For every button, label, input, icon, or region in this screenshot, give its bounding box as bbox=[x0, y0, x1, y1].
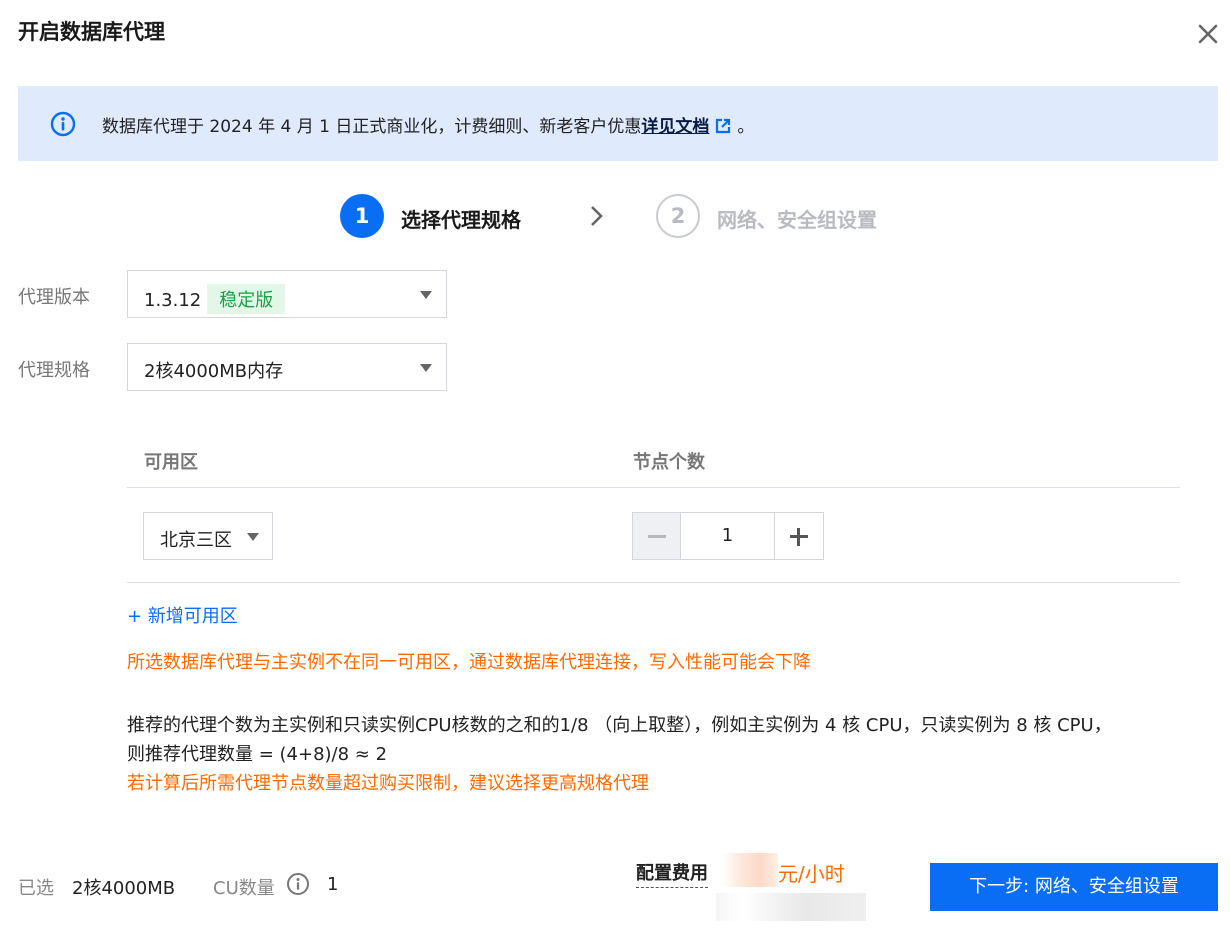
close-icon[interactable] bbox=[1194, 20, 1222, 48]
cu-value: 1 bbox=[327, 874, 339, 895]
caret-down-icon bbox=[420, 364, 432, 372]
fee-amount-redacted bbox=[722, 853, 778, 887]
version-value: 1.3.12 bbox=[144, 290, 202, 311]
dialog-title: 开启数据库代理 bbox=[18, 20, 165, 44]
fee-label[interactable]: 配置费用 bbox=[636, 859, 708, 888]
limit-warning: 若计算后所需代理节点数量超过购买限制，建议选择更高规格代理 bbox=[127, 773, 649, 794]
fee-unit: 元/小时 bbox=[778, 862, 845, 886]
next-step-button[interactable]: 下一步: 网络、安全组设置 bbox=[930, 863, 1218, 911]
step-2-label: 网络、安全组设置 bbox=[717, 208, 877, 232]
caret-down-icon bbox=[420, 291, 432, 299]
increment-button[interactable] bbox=[775, 513, 823, 559]
selected-value: 2核4000MB bbox=[72, 878, 176, 899]
spec-select[interactable]: 2核4000MB内存 bbox=[127, 343, 447, 391]
step-1-label: 选择代理规格 bbox=[401, 208, 521, 232]
caret-down-icon bbox=[247, 533, 259, 541]
recommend-tip-line1: 推荐的代理个数为主实例和只读实例CPU核数的之和的1/8 （向上取整），例如主实… bbox=[127, 715, 1112, 736]
cu-label: CU数量 bbox=[213, 878, 275, 899]
step-2-number: 2 bbox=[656, 194, 700, 238]
node-count-stepper: 1 bbox=[632, 512, 824, 560]
notice-banner: 数据库代理于 2024 年 4 月 1 日正式商业化，计费细则、新老客户优惠详见… bbox=[18, 86, 1218, 161]
version-value-wrap: 1.3.12 稳定版 bbox=[144, 284, 286, 314]
az-header-count: 节点个数 bbox=[633, 452, 705, 473]
notice-text-line: 数据库代理于 2024 年 4 月 1 日正式商业化，计费细则、新老客户优惠详见… bbox=[102, 112, 754, 137]
zone-value: 北京三区 bbox=[160, 530, 232, 551]
step-indicator: 1 选择代理规格 2 网络、安全组设置 bbox=[0, 194, 1230, 240]
chevron-right-icon bbox=[591, 206, 603, 226]
external-link-icon[interactable] bbox=[715, 118, 731, 134]
az-header-zone: 可用区 bbox=[144, 452, 198, 473]
version-label: 代理版本 bbox=[18, 287, 90, 308]
recommend-tip-line2: 则推荐代理数量 = (4+8)/8 ≈ 2 bbox=[127, 744, 388, 765]
selected-label: 已选 bbox=[18, 878, 54, 899]
notice-doc-link[interactable]: 详见文档 bbox=[641, 117, 709, 137]
stable-tag: 稳定版 bbox=[207, 284, 286, 314]
decrement-button[interactable] bbox=[633, 513, 681, 559]
spec-label: 代理规格 bbox=[18, 360, 90, 381]
add-az-link[interactable]: + 新增可用区 bbox=[127, 602, 238, 628]
info-circle-icon[interactable] bbox=[286, 872, 310, 896]
info-icon bbox=[50, 111, 76, 137]
fee-detail-redacted bbox=[716, 893, 866, 921]
notice-text: 数据库代理于 2024 年 4 月 1 日正式商业化，计费细则、新老客户优惠 bbox=[102, 117, 642, 137]
az-warning: 所选数据库代理与主实例不在同一可用区，通过数据库代理连接，写入性能可能会下降 bbox=[127, 652, 811, 673]
node-count-input[interactable]: 1 bbox=[681, 513, 775, 559]
notice-suffix: 。 bbox=[737, 117, 755, 137]
table-row: 北京三区 1 bbox=[127, 489, 1180, 583]
az-table-header: 可用区 节点个数 bbox=[127, 440, 1180, 488]
version-select[interactable]: 1.3.12 稳定版 bbox=[127, 270, 447, 318]
spec-value: 2核4000MB内存 bbox=[144, 361, 284, 382]
zone-select[interactable]: 北京三区 bbox=[143, 512, 273, 560]
step-1-number: 1 bbox=[340, 194, 384, 238]
